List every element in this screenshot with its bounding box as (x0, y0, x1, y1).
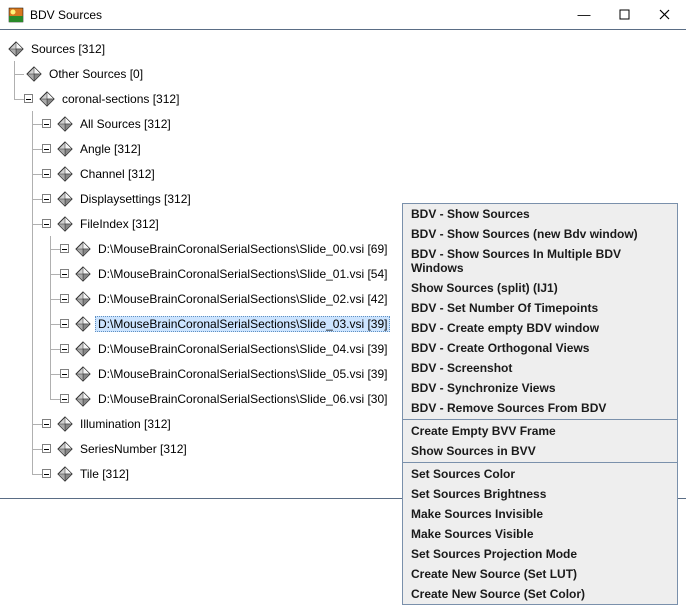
collapse-toggle[interactable] (42, 169, 51, 178)
tree-node[interactable]: Angle [312] (6, 136, 680, 161)
collapse-toggle[interactable] (42, 194, 51, 203)
menu-item[interactable]: BDV - Show Sources (403, 204, 677, 224)
diamond-icon (75, 241, 91, 257)
menu-item[interactable]: BDV - Screenshot (403, 358, 677, 378)
diamond-icon (75, 291, 91, 307)
menu-separator (403, 462, 677, 463)
menu-item[interactable]: BDV - Show Sources (new Bdv window) (403, 224, 677, 244)
diamond-icon (75, 391, 91, 407)
diamond-icon (57, 216, 73, 232)
node-label: Displaysettings [312] (77, 191, 194, 207)
close-button[interactable] (644, 1, 684, 29)
node-label: Sources [312] (28, 41, 108, 57)
node-label: D:\MouseBrainCoronalSerialSections\Slide… (95, 341, 390, 357)
diamond-icon (75, 366, 91, 382)
node-label: FileIndex [312] (77, 216, 162, 232)
menu-item[interactable]: Set Sources Projection Mode (403, 544, 677, 564)
node-label: Illumination [312] (77, 416, 174, 432)
node-label: Angle [312] (77, 141, 144, 157)
app-icon (8, 7, 24, 23)
collapse-toggle[interactable] (24, 94, 33, 103)
menu-item[interactable]: Create New Source (Set Color) (403, 584, 677, 604)
collapse-toggle[interactable] (60, 269, 69, 278)
menu-item[interactable]: Show Sources in BVV (403, 441, 677, 461)
menu-item[interactable]: BDV - Set Number Of Timepoints (403, 298, 677, 318)
menu-item[interactable]: BDV - Synchronize Views (403, 378, 677, 398)
minimize-button[interactable]: — (564, 1, 604, 29)
tree-node[interactable]: coronal-sections [312] (6, 86, 680, 111)
maximize-icon (619, 9, 630, 20)
menu-item[interactable]: Set Sources Brightness (403, 484, 677, 504)
diamond-icon (57, 191, 73, 207)
collapse-toggle[interactable] (42, 444, 51, 453)
collapse-toggle[interactable] (42, 119, 51, 128)
diamond-icon (26, 66, 42, 82)
menu-item[interactable]: Create Empty BVV Frame (403, 421, 677, 441)
menu-separator (403, 419, 677, 420)
collapse-toggle[interactable] (60, 244, 69, 253)
node-label: Tile [312] (77, 466, 132, 482)
diamond-icon (57, 166, 73, 182)
diamond-icon (57, 116, 73, 132)
collapse-toggle[interactable] (42, 419, 51, 428)
node-label: coronal-sections [312] (59, 91, 182, 107)
node-label: SeriesNumber [312] (77, 441, 190, 457)
collapse-toggle[interactable] (42, 219, 51, 228)
menu-item[interactable]: BDV - Show Sources In Multiple BDV Windo… (403, 244, 677, 278)
context-menu: BDV - Show SourcesBDV - Show Sources (ne… (402, 203, 678, 605)
diamond-icon (57, 141, 73, 157)
diamond-icon (57, 466, 73, 482)
collapse-toggle[interactable] (42, 144, 51, 153)
node-label: D:\MouseBrainCoronalSerialSections\Slide… (95, 266, 390, 282)
collapse-toggle[interactable] (42, 469, 51, 478)
collapse-toggle[interactable] (60, 394, 69, 403)
diamond-icon (75, 341, 91, 357)
tree-node[interactable]: All Sources [312] (6, 111, 680, 136)
collapse-toggle[interactable] (60, 319, 69, 328)
close-icon (659, 9, 670, 20)
node-label: Channel [312] (77, 166, 158, 182)
node-label: D:\MouseBrainCoronalSerialSections\Slide… (95, 366, 390, 382)
collapse-toggle[interactable] (60, 294, 69, 303)
node-label: D:\MouseBrainCoronalSerialSections\Slide… (95, 391, 390, 407)
diamond-icon (57, 441, 73, 457)
menu-item[interactable]: Set Sources Color (403, 464, 677, 484)
diamond-icon (75, 266, 91, 282)
menu-item[interactable]: Make Sources Visible (403, 524, 677, 544)
node-label: Other Sources [0] (46, 66, 146, 82)
tree-node[interactable]: Channel [312] (6, 161, 680, 186)
maximize-button[interactable] (604, 1, 644, 29)
diamond-icon (57, 416, 73, 432)
menu-item[interactable]: BDV - Create empty BDV window (403, 318, 677, 338)
menu-item[interactable]: BDV - Create Orthogonal Views (403, 338, 677, 358)
titlebar: BDV Sources — (0, 0, 686, 30)
tree-node-root[interactable]: Sources [312] (6, 36, 680, 61)
node-label: D:\MouseBrainCoronalSerialSections\Slide… (95, 291, 390, 307)
diamond-icon (39, 91, 55, 107)
node-label: D:\MouseBrainCoronalSerialSections\Slide… (95, 241, 390, 257)
window-title: BDV Sources (30, 8, 564, 22)
menu-item[interactable]: Create New Source (Set LUT) (403, 564, 677, 584)
menu-item[interactable]: Make Sources Invisible (403, 504, 677, 524)
diamond-icon (8, 41, 24, 57)
collapse-toggle[interactable] (60, 369, 69, 378)
node-label: All Sources [312] (77, 116, 174, 132)
tree-node[interactable]: Other Sources [0] (6, 61, 680, 86)
menu-item[interactable]: Show Sources (split) (IJ1) (403, 278, 677, 298)
diamond-icon (75, 316, 91, 332)
collapse-toggle[interactable] (60, 344, 69, 353)
menu-item[interactable]: BDV - Remove Sources From BDV (403, 398, 677, 418)
node-label: D:\MouseBrainCoronalSerialSections\Slide… (95, 316, 390, 332)
